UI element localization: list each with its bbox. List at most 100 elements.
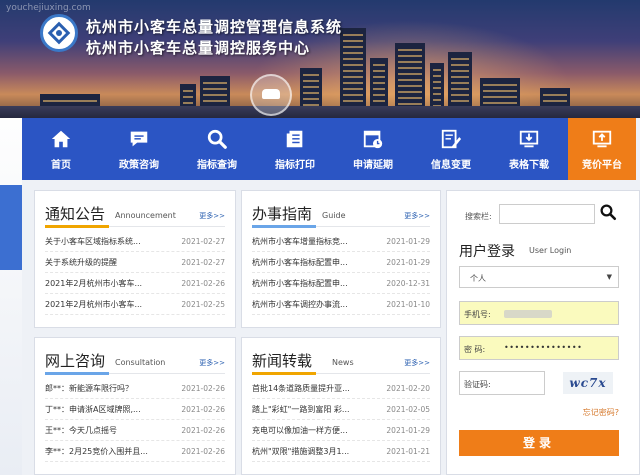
- masked-phone-value: [504, 310, 552, 318]
- panel-subtitle: Announcement: [115, 211, 176, 220]
- title-underline: [252, 372, 316, 375]
- nav-quota-query[interactable]: 指标查询: [178, 118, 256, 180]
- title-underline: [45, 372, 109, 375]
- consult-panel: 网上咨询 Consultation 更多>> 郎**：新能源车限行吗？ 2021-…: [34, 337, 236, 475]
- list-item[interactable]: 踏上"彩虹"一路到富阳 彩... 2021-02-05: [252, 399, 430, 420]
- list-item[interactable]: 杭州市小客车增量指标竞... 2021-01-29: [252, 231, 430, 252]
- document-icon: [286, 130, 303, 147]
- panel-header: 网上咨询 Consultation 更多>>: [45, 346, 225, 375]
- building: [340, 28, 366, 118]
- item-date: 2021-02-26: [181, 383, 225, 393]
- title-underline: [252, 225, 316, 228]
- site-title: 杭州市小客车总量调控管理信息系统: [86, 18, 343, 36]
- nav-form-download[interactable]: 表格下载: [490, 118, 568, 180]
- panel-header: 通知公告 Announcement 更多>>: [45, 199, 225, 228]
- more-link[interactable]: 更多>>: [199, 211, 225, 221]
- item-title: 充电可以像加油一样方便...: [252, 425, 348, 435]
- nav-quota-print[interactable]: 指标打印: [256, 118, 334, 180]
- list-item[interactable]: 杭州"双限"措施调整3月1... 2021-01-21: [252, 441, 430, 462]
- nav-label: 信息变更: [431, 159, 471, 171]
- left-sidebar-decoration: [0, 118, 22, 475]
- item-title: 杭州市小客车调控办事流...: [252, 299, 348, 309]
- nav-label: 首页: [51, 159, 71, 171]
- panel-title: 新闻转载: [252, 352, 313, 370]
- nav-label: 表格下载: [509, 159, 549, 171]
- item-title: 杭州市小客车增量指标竞...: [252, 236, 348, 246]
- edit-icon: [441, 129, 462, 148]
- search-icon[interactable]: [599, 203, 617, 221]
- item-date: 2021-02-05: [386, 404, 430, 414]
- nav-label: 申请延期: [353, 159, 393, 171]
- item-date: 2021-02-26: [181, 404, 225, 414]
- nav-bidding-platform[interactable]: 竞价平台: [568, 118, 636, 180]
- site-logo[interactable]: [40, 14, 78, 52]
- logo-dot: [56, 30, 62, 36]
- news-panel: 新闻转载 News 更多>> 首批14条道路质量提升亚... 2021-02-20…: [241, 337, 441, 475]
- select-value: 个人: [470, 274, 486, 283]
- list-item[interactable]: 关于小客车区域指标系统... 2021-02-27: [45, 231, 225, 252]
- more-link[interactable]: 更多>>: [404, 211, 430, 221]
- list-item[interactable]: 王**：今天几点摇号 2021-02-26: [45, 420, 225, 441]
- item-date: 2021-02-26: [181, 425, 225, 435]
- item-date: 2021-02-26: [181, 278, 225, 288]
- header-banner: youchejiuxing.com 杭州市小客车总量调控管理信息系统 杭州市小客…: [0, 0, 640, 118]
- river: [0, 106, 640, 118]
- login-button[interactable]: 登录: [459, 430, 619, 456]
- captcha-field[interactable]: 验证码:: [459, 371, 545, 395]
- item-date: 2021-02-20: [386, 383, 430, 393]
- item-date: 2021-01-29: [386, 236, 430, 246]
- nav-home[interactable]: 首页: [22, 118, 100, 180]
- list-item[interactable]: 李**：2月25竞价入围并且... 2021-02-26: [45, 441, 225, 462]
- list-item[interactable]: 郎**：新能源车限行吗？ 2021-02-26: [45, 378, 225, 399]
- nav-label: 指标查询: [197, 159, 237, 171]
- search-label: 搜索栏:: [465, 212, 492, 221]
- forgot-password-link[interactable]: 忘记密码?: [583, 407, 619, 418]
- list-item[interactable]: 2021年2月杭州市小客车... 2021-02-26: [45, 273, 225, 294]
- monitor-icon: [592, 130, 612, 147]
- panel-header: 新闻转载 News 更多>>: [252, 346, 430, 375]
- list-item[interactable]: 关于系统升级的提醒 2021-02-27: [45, 252, 225, 273]
- item-title: 杭州市小客车指标配置申...: [252, 257, 348, 267]
- left-sidebar-strip: [0, 185, 22, 270]
- list-item[interactable]: 首批14条道路质量提升亚... 2021-02-20: [252, 378, 430, 399]
- more-link[interactable]: 更多>>: [199, 358, 225, 368]
- list-item[interactable]: 杭州市小客车指标配置申... 2020-12-31: [252, 273, 430, 294]
- item-title: 首批14条道路质量提升亚...: [252, 383, 350, 393]
- item-title: 关于系统升级的提醒: [45, 257, 117, 267]
- list-item[interactable]: 2021年2月杭州市小客车... 2021-02-25: [45, 294, 225, 315]
- guide-panel: 办事指南 Guide 更多>> 杭州市小客车增量指标竞... 2021-01-29…: [241, 190, 441, 328]
- search-input[interactable]: [499, 204, 595, 224]
- more-link[interactable]: 更多>>: [404, 358, 430, 368]
- title-underline: [45, 225, 109, 228]
- captcha-image[interactable]: wc7x: [563, 372, 613, 394]
- list-item[interactable]: 充电可以像加油一样方便... 2021-01-29: [252, 420, 430, 441]
- item-date: 2021-02-27: [181, 236, 225, 246]
- download-icon: [519, 130, 539, 147]
- nav-info-change[interactable]: 信息变更: [412, 118, 490, 180]
- item-title: 王**：今天几点摇号: [45, 425, 117, 435]
- nav-apply-extension[interactable]: 申请延期: [334, 118, 412, 180]
- chevron-down-icon: ▼: [606, 273, 612, 281]
- watermark: youchejiuxing.com: [6, 3, 91, 13]
- phone-field[interactable]: 手机号:: [459, 301, 619, 325]
- item-date: 2021-01-21: [386, 446, 430, 456]
- notice-panel: 通知公告 Announcement 更多>> 关于小客车区域指标系统... 202…: [34, 190, 236, 328]
- item-date: 2021-02-26: [181, 446, 225, 456]
- item-title: 郎**：新能源车限行吗？: [45, 383, 133, 393]
- list-item[interactable]: 杭州市小客车指标配置申... 2021-01-29: [252, 252, 430, 273]
- panel-title: 网上咨询: [45, 352, 106, 370]
- password-value: •••••••••••••••: [504, 343, 583, 352]
- news-list: 首批14条道路质量提升亚... 2021-02-20 踏上"彩虹"一路到富阳 彩.…: [252, 378, 430, 462]
- nav-policy-consult[interactable]: 政策咨询: [100, 118, 178, 180]
- item-date: 2020-12-31: [386, 278, 430, 288]
- panel-title: 办事指南: [252, 205, 313, 223]
- home-icon: [51, 130, 71, 147]
- password-field[interactable]: 密 码: •••••••••••••••: [459, 336, 619, 360]
- user-type-select[interactable]: 个人 ▼: [459, 266, 619, 288]
- list-item[interactable]: 丁**：申请浙A区域牌照,... 2021-02-26: [45, 399, 225, 420]
- login-title: 用户登录: [459, 244, 515, 260]
- search-icon: [207, 129, 227, 149]
- list-item[interactable]: 杭州市小客车调控办事流... 2021-01-10: [252, 294, 430, 315]
- nav-label: 指标打印: [275, 159, 315, 171]
- item-title: 丁**：申请浙A区域牌照,...: [45, 404, 141, 414]
